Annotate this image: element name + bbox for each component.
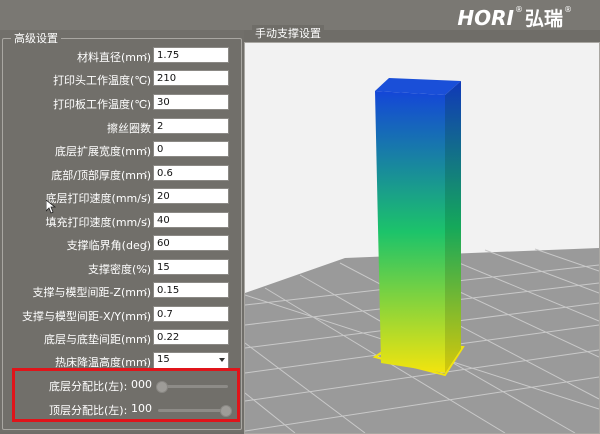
input-base-pad-gap[interactable]: 0.22 — [153, 329, 229, 345]
colon: : — [144, 49, 148, 62]
model-front-face — [375, 91, 445, 373]
select-bed-cooling-height[interactable]: 15 — [153, 352, 229, 369]
label-base-speed: 底层打印速度(mm/s) — [45, 192, 151, 205]
brand-latin: HORI — [457, 5, 514, 30]
label-base-expand: 底层扩展宽度(mm) — [54, 145, 151, 158]
input-support-gap-z[interactable]: 0.15 — [153, 282, 229, 298]
input-base-expand[interactable]: 0 — [153, 141, 229, 157]
row-support-gap-xy: 支撑与模型间距-X/Y(mm) : 0.7 — [3, 306, 241, 324]
row-nozzle-temp: 打印头工作温度(℃) : 210 — [3, 70, 241, 88]
row-bed-temp: 打印板工作温度(℃) : 30 — [3, 94, 241, 112]
row-wipe-count: 擦丝圈数 : 2 — [3, 118, 241, 136]
input-base-speed[interactable]: 20 — [153, 188, 229, 204]
label-base-pad-gap: 底层与底垫间距(mm) — [43, 333, 151, 346]
colon: : — [144, 167, 148, 180]
colon: : — [144, 72, 148, 85]
label-top-bottom-thickness: 底部/顶部厚度(mm) — [51, 169, 151, 182]
label-support-density: 支撑密度(%) — [87, 263, 151, 276]
input-support-gap-xy[interactable]: 0.7 — [153, 306, 229, 322]
viewport-scene — [245, 43, 599, 433]
input-support-density[interactable]: 15 — [153, 259, 229, 275]
input-top-bottom-thickness[interactable]: 0.6 — [153, 165, 229, 181]
label-nozzle-temp: 打印头工作温度(℃) — [53, 74, 151, 87]
row-support-density: 支撑密度(%) : 15 — [3, 259, 241, 277]
input-fill-speed[interactable]: 40 — [153, 212, 229, 228]
select-bed-cooling-value: 15 — [157, 354, 170, 365]
label-support-gap-xy: 支撑与模型间距-X/Y(mm) — [22, 310, 151, 323]
advanced-settings-title: 高级设置 — [11, 30, 61, 46]
label-support-angle: 支撑临界角(deg) — [66, 239, 151, 252]
row-base-expand: 底层扩展宽度(mm) : 0 — [3, 141, 241, 159]
brand-cjk: 弘瑞 — [524, 8, 563, 30]
input-support-angle[interactable]: 60 — [153, 235, 229, 251]
colon: : — [144, 237, 148, 250]
row-base-speed: 底层打印速度(mm/s) : 20 — [3, 188, 241, 206]
colon: : — [144, 214, 148, 227]
colon: : — [144, 190, 148, 203]
highlight-box — [12, 368, 240, 422]
brand-logo: HORI ® 弘瑞 ® — [457, 4, 572, 31]
brand-reg-mark-2: ® — [564, 5, 572, 14]
3d-viewport[interactable] — [244, 42, 600, 434]
manual-support-panel: 手动支撑设置 — [244, 25, 600, 434]
label-bed-temp: 打印板工作温度(℃) — [53, 98, 151, 111]
manual-support-title: 手动支撑设置 — [252, 25, 324, 41]
brand-reg-mark: ® — [514, 5, 523, 14]
colon: : — [144, 96, 148, 109]
colon: : — [144, 331, 148, 344]
row-base-pad-gap: 底层与底垫间距(mm) : 0.22 — [3, 329, 241, 347]
colon: : — [144, 284, 148, 297]
row-support-angle: 支撑临界角(deg) : 60 — [3, 235, 241, 253]
chevron-down-icon — [219, 358, 225, 362]
colon: : — [144, 261, 148, 274]
input-wipe-count[interactable]: 2 — [153, 118, 229, 134]
row-support-gap-z: 支撑与模型间距-Z(mm) : 0.15 — [3, 282, 241, 300]
row-filament-diameter: 材料直径(mm) : 1.75 — [3, 47, 241, 65]
input-nozzle-temp[interactable]: 210 — [153, 70, 229, 86]
colon: : — [144, 354, 148, 367]
input-bed-temp[interactable]: 30 — [153, 94, 229, 110]
input-filament-diameter[interactable]: 1.75 — [153, 47, 229, 63]
colon: : — [144, 120, 148, 133]
colon: : — [144, 143, 148, 156]
label-fill-speed: 填充打印速度(mm/s) — [45, 216, 151, 229]
row-fill-speed: 填充打印速度(mm/s) : 40 — [3, 212, 241, 230]
model-side-face — [445, 81, 461, 373]
label-filament-diameter: 材料直径(mm) — [76, 51, 151, 64]
row-top-bottom-thickness: 底部/顶部厚度(mm) : 0.6 — [3, 165, 241, 183]
mouse-cursor-icon — [46, 200, 56, 214]
label-support-gap-z: 支撑与模型间距-Z(mm) — [32, 286, 151, 299]
colon: : — [144, 308, 148, 321]
